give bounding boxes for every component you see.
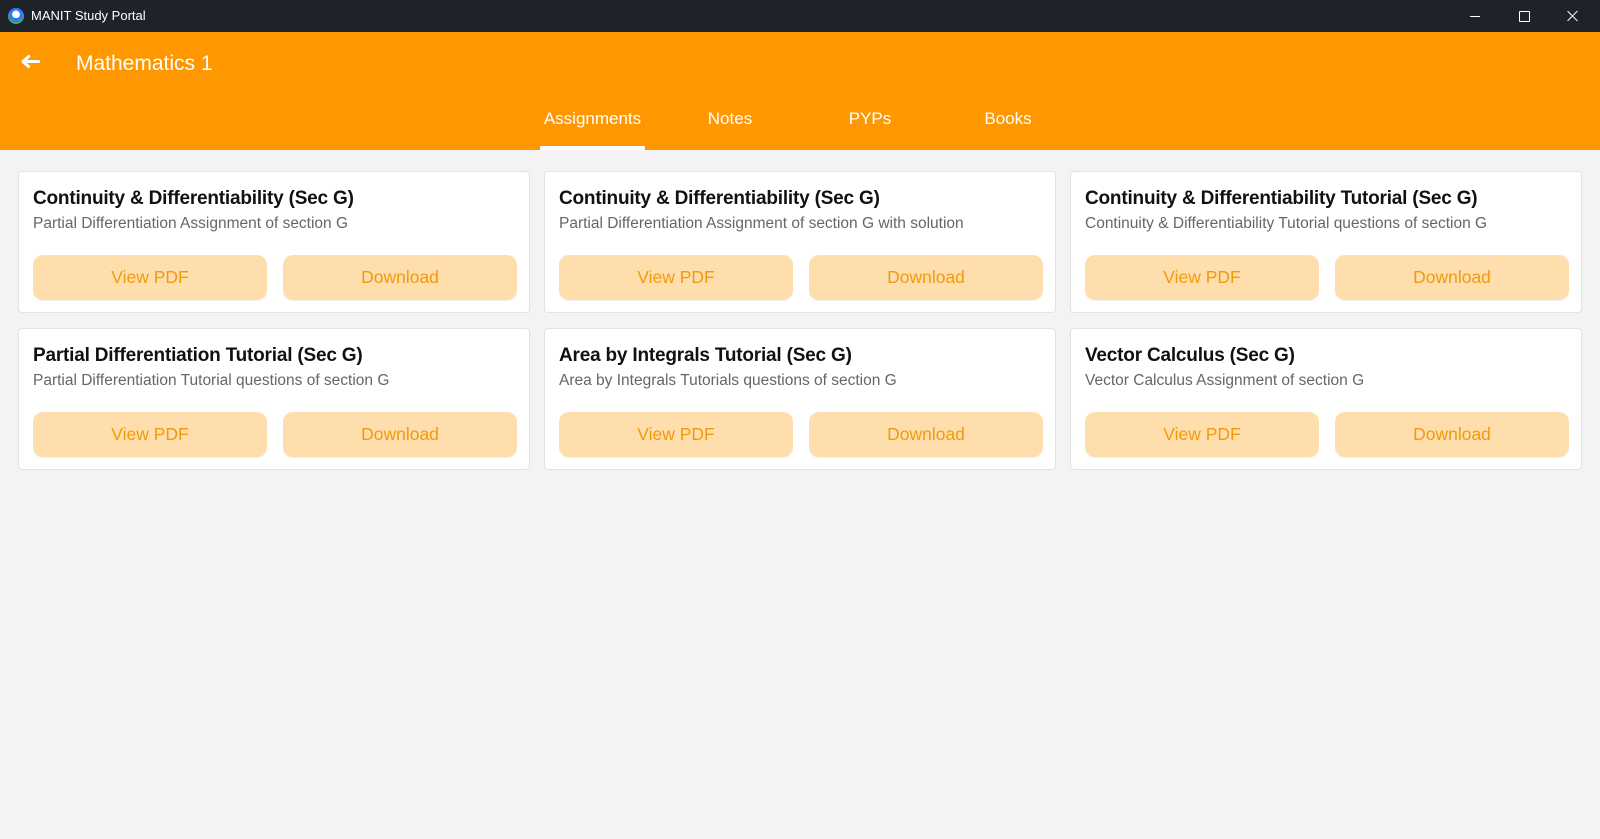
card-subtitle: Continuity & Differentiability Tutorial … xyxy=(1085,215,1488,232)
download-button[interactable]: Download xyxy=(809,412,1043,457)
arrow-left-icon xyxy=(21,52,41,70)
close-icon xyxy=(1567,10,1579,22)
title-bar: MANIT Study Portal xyxy=(0,0,1600,32)
close-button[interactable] xyxy=(1549,0,1597,32)
card-subtitle: Area by Integrals Tutorials questions of… xyxy=(559,372,897,389)
assignment-card: Continuity & Differentiability (Sec G) P… xyxy=(544,171,1056,313)
maximize-icon xyxy=(1518,10,1530,22)
minimize-icon xyxy=(1470,15,1480,17)
view-pdf-button[interactable]: View PDF xyxy=(559,412,793,457)
assignment-card: Continuity & Differentiability (Sec G) P… xyxy=(18,171,530,313)
app-globe-icon xyxy=(8,8,24,24)
download-button[interactable]: Download xyxy=(809,255,1043,300)
download-button[interactable]: Download xyxy=(283,412,517,457)
download-button[interactable]: Download xyxy=(1335,255,1569,300)
app-header: Mathematics 1 Assignments Notes PYPs Boo… xyxy=(0,32,1600,150)
download-button[interactable]: Download xyxy=(283,255,517,300)
card-title: Continuity & Differentiability (Sec G) xyxy=(33,188,354,209)
tab-pyps[interactable]: PYPs xyxy=(830,106,910,150)
tab-bar: Assignments Notes PYPs Books xyxy=(0,106,1600,150)
card-title: Continuity & Differentiability (Sec G) xyxy=(559,188,880,209)
back-button[interactable] xyxy=(14,44,48,78)
view-pdf-button[interactable]: View PDF xyxy=(559,255,793,300)
card-subtitle: Partial Differentiation Tutorial questio… xyxy=(33,372,390,389)
view-pdf-button[interactable]: View PDF xyxy=(33,412,267,457)
assignment-card: Vector Calculus (Sec G) Vector Calculus … xyxy=(1070,328,1582,470)
card-subtitle: Vector Calculus Assignment of section G xyxy=(1085,372,1365,389)
tab-notes[interactable]: Notes xyxy=(690,106,770,150)
selected-tab-indicator xyxy=(540,146,645,150)
card-title: Continuity & Differentiability Tutorial … xyxy=(1085,188,1478,209)
maximize-button[interactable] xyxy=(1500,0,1548,32)
download-button[interactable]: Download xyxy=(1335,412,1569,457)
window-title: MANIT Study Portal xyxy=(31,8,146,23)
view-pdf-button[interactable]: View PDF xyxy=(1085,412,1319,457)
view-pdf-button[interactable]: View PDF xyxy=(33,255,267,300)
assignment-card: Continuity & Differentiability Tutorial … xyxy=(1070,171,1582,313)
card-subtitle: Partial Differentiation Assignment of se… xyxy=(559,215,964,232)
card-title: Vector Calculus (Sec G) xyxy=(1085,345,1295,366)
assignment-card: Partial Differentiation Tutorial (Sec G)… xyxy=(18,328,530,470)
card-title: Area by Integrals Tutorial (Sec G) xyxy=(559,345,852,366)
page-title: Mathematics 1 xyxy=(76,52,213,75)
tab-books[interactable]: Books xyxy=(968,106,1048,150)
view-pdf-button[interactable]: View PDF xyxy=(1085,255,1319,300)
card-subtitle: Partial Differentiation Assignment of se… xyxy=(33,215,349,232)
app-window: MANIT Study Portal Mathematics 1 Assignm… xyxy=(0,0,1600,839)
assignment-card: Area by Integrals Tutorial (Sec G) Area … xyxy=(544,328,1056,470)
card-title: Partial Differentiation Tutorial (Sec G) xyxy=(33,345,363,366)
minimize-button[interactable] xyxy=(1451,0,1499,32)
tab-assignments[interactable]: Assignments xyxy=(540,106,645,150)
